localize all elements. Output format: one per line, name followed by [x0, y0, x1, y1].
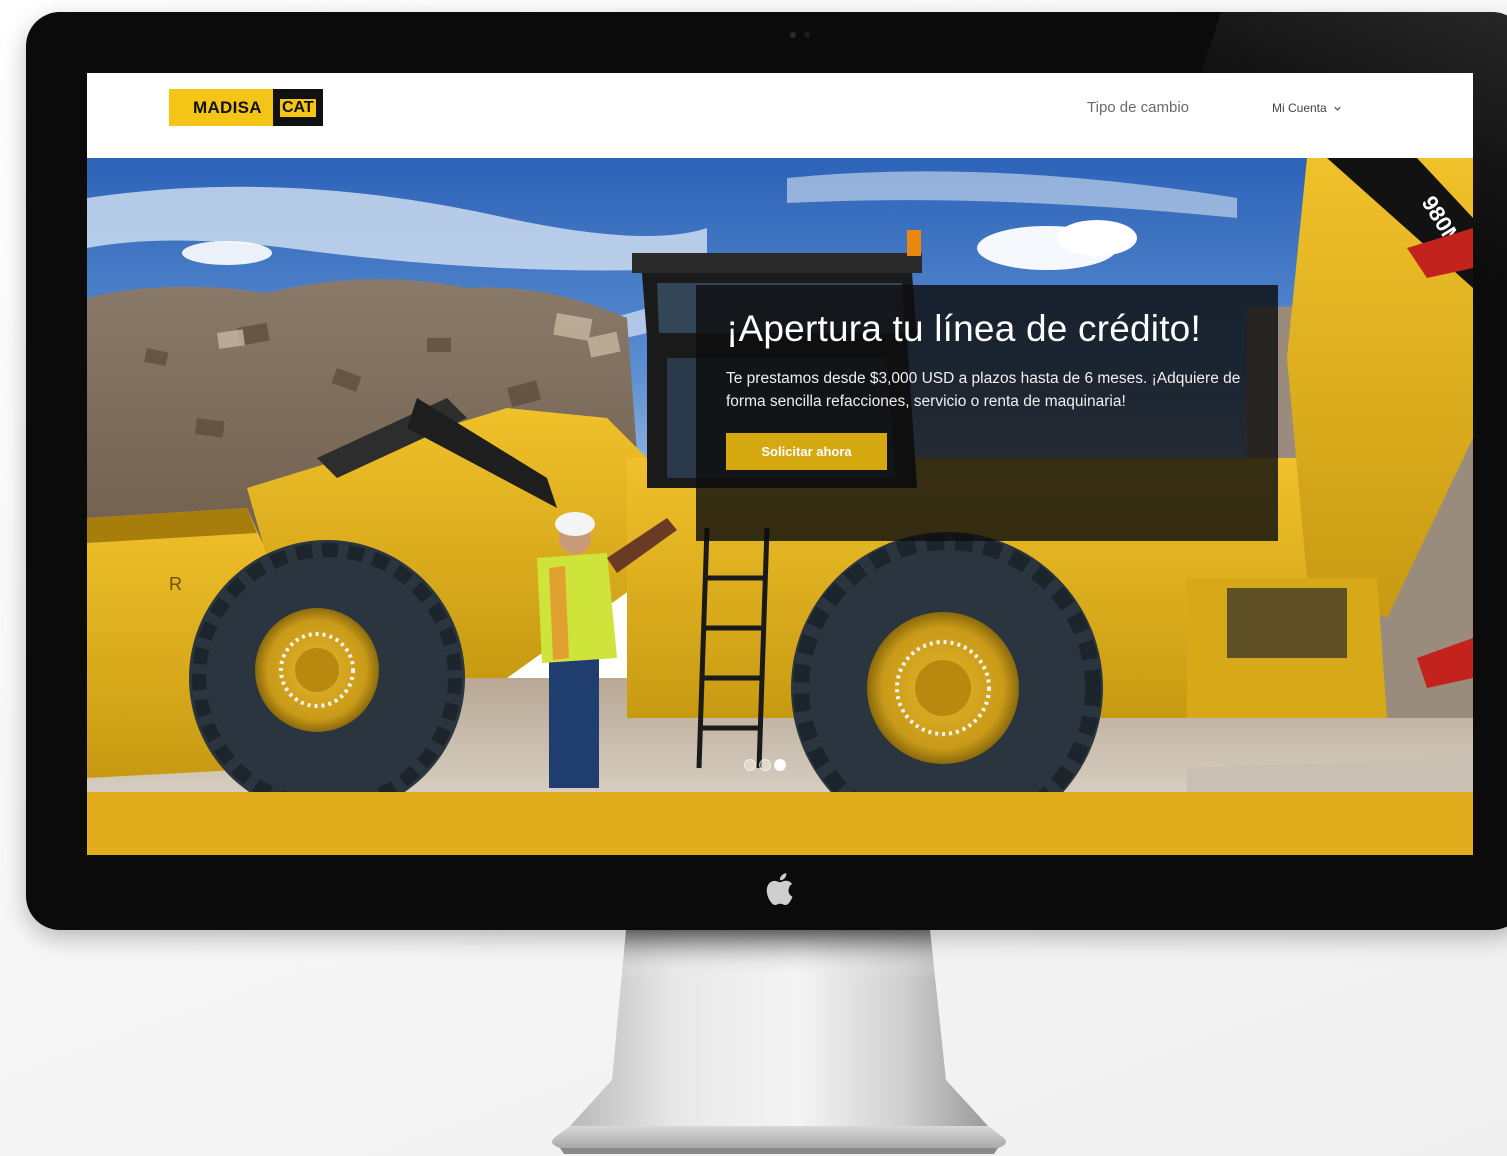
yellow-band	[87, 792, 1473, 855]
logo-partner-text: CAT	[280, 98, 316, 117]
slider-dot-3[interactable]	[774, 759, 786, 771]
nav-account-menu[interactable]: Mi Cuenta	[1272, 101, 1342, 115]
chevron-down-icon	[1334, 106, 1341, 111]
hero-slider: R 980M ¡Apertura tu línea de crédito! Te…	[87, 158, 1473, 792]
page: MADISA CAT Tipo de cambio Mi Cuenta R 98…	[0, 0, 1507, 1156]
slider-dot-1[interactable]	[744, 759, 756, 771]
camera-icon	[790, 32, 796, 38]
monitor-stand	[552, 930, 1006, 1154]
nav-account-label: Mi Cuenta	[1272, 101, 1327, 115]
site-header: MADISA CAT Tipo de cambio Mi Cuenta	[87, 73, 1473, 159]
slider-dot-2[interactable]	[759, 759, 771, 771]
logo-partner: CAT	[273, 89, 323, 126]
nav-exchange-rate-link[interactable]: Tipo de cambio	[1087, 99, 1189, 116]
request-now-button[interactable]: Solicitar ahora	[726, 433, 887, 470]
promo-overlay: ¡Apertura tu línea de crédito! Te presta…	[696, 285, 1278, 541]
svg-text:R: R	[169, 574, 182, 594]
apple-logo-icon	[766, 873, 793, 906]
site-logo[interactable]: MADISA CAT	[169, 89, 323, 126]
slider-pagination	[744, 759, 786, 771]
logo-brand: MADISA	[169, 89, 273, 126]
screen: MADISA CAT Tipo de cambio Mi Cuenta R 98…	[87, 73, 1473, 855]
promo-title: ¡Apertura tu línea de crédito!	[726, 308, 1201, 349]
promo-description: Te prestamos desde $3,000 USD a plazos h…	[726, 370, 1241, 410]
